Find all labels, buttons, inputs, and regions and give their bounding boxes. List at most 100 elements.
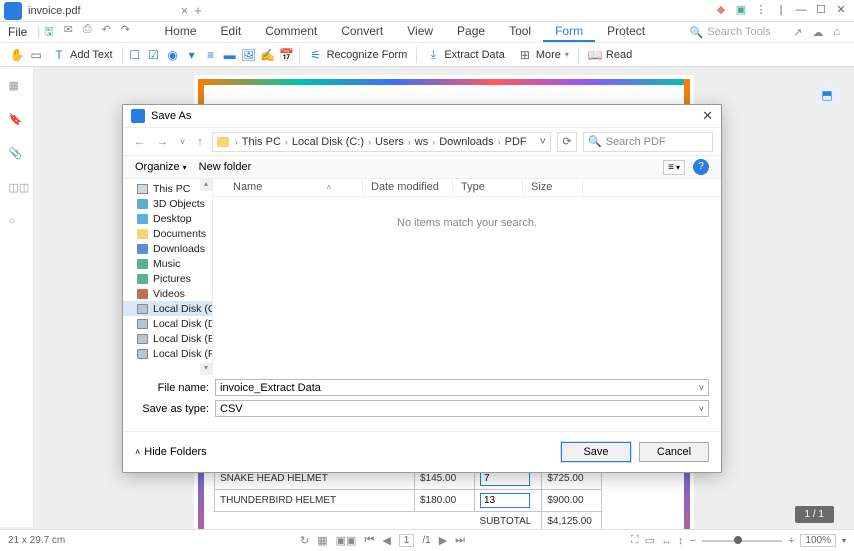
search-tools[interactable]: 🔍 Search Tools (690, 26, 771, 39)
crumb[interactable]: PDF (505, 136, 527, 148)
share-icon[interactable]: ▣ (732, 3, 750, 19)
hand-tool-icon[interactable]: ✋ (10, 48, 24, 62)
help-badge-icon[interactable]: ⬒ (816, 84, 838, 106)
home-icon[interactable]: ⌂ (833, 26, 840, 39)
file-menu[interactable]: File (8, 25, 27, 39)
forward-icon[interactable]: → (154, 136, 171, 148)
close-tab-icon[interactable]: × (181, 3, 189, 18)
crumb[interactable]: Downloads (439, 136, 493, 148)
tree-item-disk-c[interactable]: Local Disk (C:) (123, 301, 212, 316)
crumb[interactable]: Users (375, 136, 404, 148)
first-page-icon[interactable]: ⏮ (364, 534, 374, 547)
last-page-icon[interactable]: ⏭ (455, 534, 465, 547)
crumb[interactable]: This PC (242, 136, 281, 148)
breadcrumb[interactable]: › This PC› Local Disk (C:)› Users› ws› D… (212, 132, 551, 152)
chevron-down-icon[interactable]: ˅ (699, 404, 704, 414)
tree-item-3d-objects[interactable]: 3D Objects (123, 196, 212, 211)
chevron-down-icon[interactable]: ˅ (177, 137, 188, 147)
fit-page-icon[interactable]: ▭ (645, 534, 655, 547)
chevron-down-icon[interactable]: ▾ (842, 536, 846, 545)
col-type[interactable]: Type (453, 179, 523, 196)
print-icon[interactable]: ⎙ (83, 23, 92, 42)
date-field-icon[interactable]: 📅 (280, 48, 294, 62)
maximize-button[interactable]: ☐ (812, 3, 830, 19)
extract-data-button[interactable]: ⤓ Extract Data (422, 46, 509, 64)
zoom-out-icon[interactable]: − (690, 535, 696, 547)
attachments-icon[interactable]: 📎 (9, 147, 25, 163)
tree-item-disk-e[interactable]: Local Disk (E:) (123, 331, 212, 346)
layers-icon[interactable]: ◫◫ (9, 181, 25, 197)
chevron-down-icon[interactable]: ˅ (699, 383, 704, 393)
more-button[interactable]: ⊞ More ▾ (514, 46, 573, 64)
mail-icon[interactable]: ✉ (64, 23, 73, 42)
col-date[interactable]: Date modified (363, 179, 453, 196)
tree-item-this-pc[interactable]: This PC (123, 181, 212, 196)
thumbnails-icon[interactable]: ▦ (9, 79, 25, 95)
radio-field-icon[interactable]: ◉ (166, 48, 180, 62)
zoom-in-icon[interactable]: + (788, 535, 794, 547)
chevron-down-icon[interactable]: ˅ (540, 136, 546, 148)
tree-item-music[interactable]: Music (123, 256, 212, 271)
search-input[interactable]: 🔍 Search PDF (583, 132, 713, 152)
list-field-icon[interactable]: ≡ (204, 48, 218, 62)
tree-item-videos[interactable]: Videos (123, 286, 212, 301)
redo-icon[interactable]: ↷ (121, 23, 130, 42)
crumb[interactable]: Local Disk (C:) (292, 136, 364, 148)
scroll-down-icon[interactable]: ▾ (200, 363, 212, 375)
close-button[interactable]: ✕ (832, 3, 850, 19)
open-external-icon[interactable]: ↗ (793, 26, 802, 39)
save-button[interactable]: Save (561, 442, 631, 462)
select-tool-icon[interactable]: ▭ (29, 48, 43, 62)
premium-icon[interactable]: ◆ (712, 3, 730, 19)
file-name-input[interactable]: invoice_Extract Data ˅ (215, 379, 709, 396)
add-text-button[interactable]: T Add Text (48, 46, 117, 64)
col-size[interactable]: Size (523, 179, 583, 196)
rotate-icon[interactable]: ↻ (300, 534, 309, 547)
zoom-value[interactable]: 100% (800, 534, 836, 547)
fit-full-icon[interactable]: ⛶ (631, 534, 639, 547)
image-field-icon[interactable]: 🖼 (242, 48, 256, 62)
tab-edit[interactable]: Edit (209, 22, 254, 42)
tab-comment[interactable]: Comment (253, 22, 329, 42)
tab-convert[interactable]: Convert (329, 22, 395, 42)
hide-folders-button[interactable]: ˄ Hide Folders (135, 446, 207, 458)
undo-icon[interactable]: ↶ (102, 23, 111, 42)
tree-scrollbar[interactable]: ▴ ▾ (200, 179, 212, 375)
close-icon[interactable]: ✕ (702, 108, 713, 124)
tree-item-disk-d[interactable]: Local Disk (D:) (123, 316, 212, 331)
search-pane-icon[interactable]: ○ (9, 215, 25, 231)
checkbox-field-icon[interactable]: ☑ (147, 48, 161, 62)
col-name[interactable]: Name˄ (213, 179, 363, 196)
new-folder-button[interactable]: New folder (199, 161, 252, 173)
fit-height-icon[interactable]: ↕ (678, 535, 684, 547)
next-page-icon[interactable]: ▶ (439, 534, 447, 547)
minimize-button[interactable]: — (792, 3, 810, 19)
tab-page[interactable]: Page (445, 22, 497, 42)
tab-protect[interactable]: Protect (595, 22, 657, 42)
cloud-icon[interactable]: ☁ (812, 26, 823, 39)
tab-view[interactable]: View (395, 22, 445, 42)
qty-input[interactable] (480, 493, 530, 508)
thumbnails-icon[interactable]: ▦ (317, 534, 327, 547)
tree-item-desktop[interactable]: Desktop (123, 211, 212, 226)
scroll-up-icon[interactable]: ▴ (200, 179, 212, 191)
tree-item-pictures[interactable]: Pictures (123, 271, 212, 286)
combo-field-icon[interactable]: ▾ (185, 48, 199, 62)
up-icon[interactable]: ↑ (194, 136, 206, 148)
page-number-input[interactable]: 1 (399, 534, 415, 547)
signature-field-icon[interactable]: ✍ (261, 48, 275, 62)
back-icon[interactable]: ← (131, 136, 148, 148)
tab-tool[interactable]: Tool (497, 22, 543, 42)
crumb[interactable]: ws (415, 136, 428, 148)
help-icon[interactable]: ? (693, 159, 709, 175)
bookmarks-icon[interactable]: 🔖 (9, 113, 25, 129)
button-field-icon[interactable]: ▬ (223, 48, 237, 62)
kebab-icon[interactable]: ⋮ (752, 3, 770, 19)
read-button[interactable]: 📖 Read (584, 46, 636, 64)
refresh-icon[interactable]: ⟳ (557, 132, 577, 152)
save-icon[interactable]: 🖫 (44, 23, 53, 42)
tree-item-downloads[interactable]: Downloads (123, 241, 212, 256)
tree-item-documents[interactable]: Documents (123, 226, 212, 241)
organize-button[interactable]: Organize ▾ (135, 161, 187, 173)
save-type-select[interactable]: CSV ˅ (215, 400, 709, 417)
